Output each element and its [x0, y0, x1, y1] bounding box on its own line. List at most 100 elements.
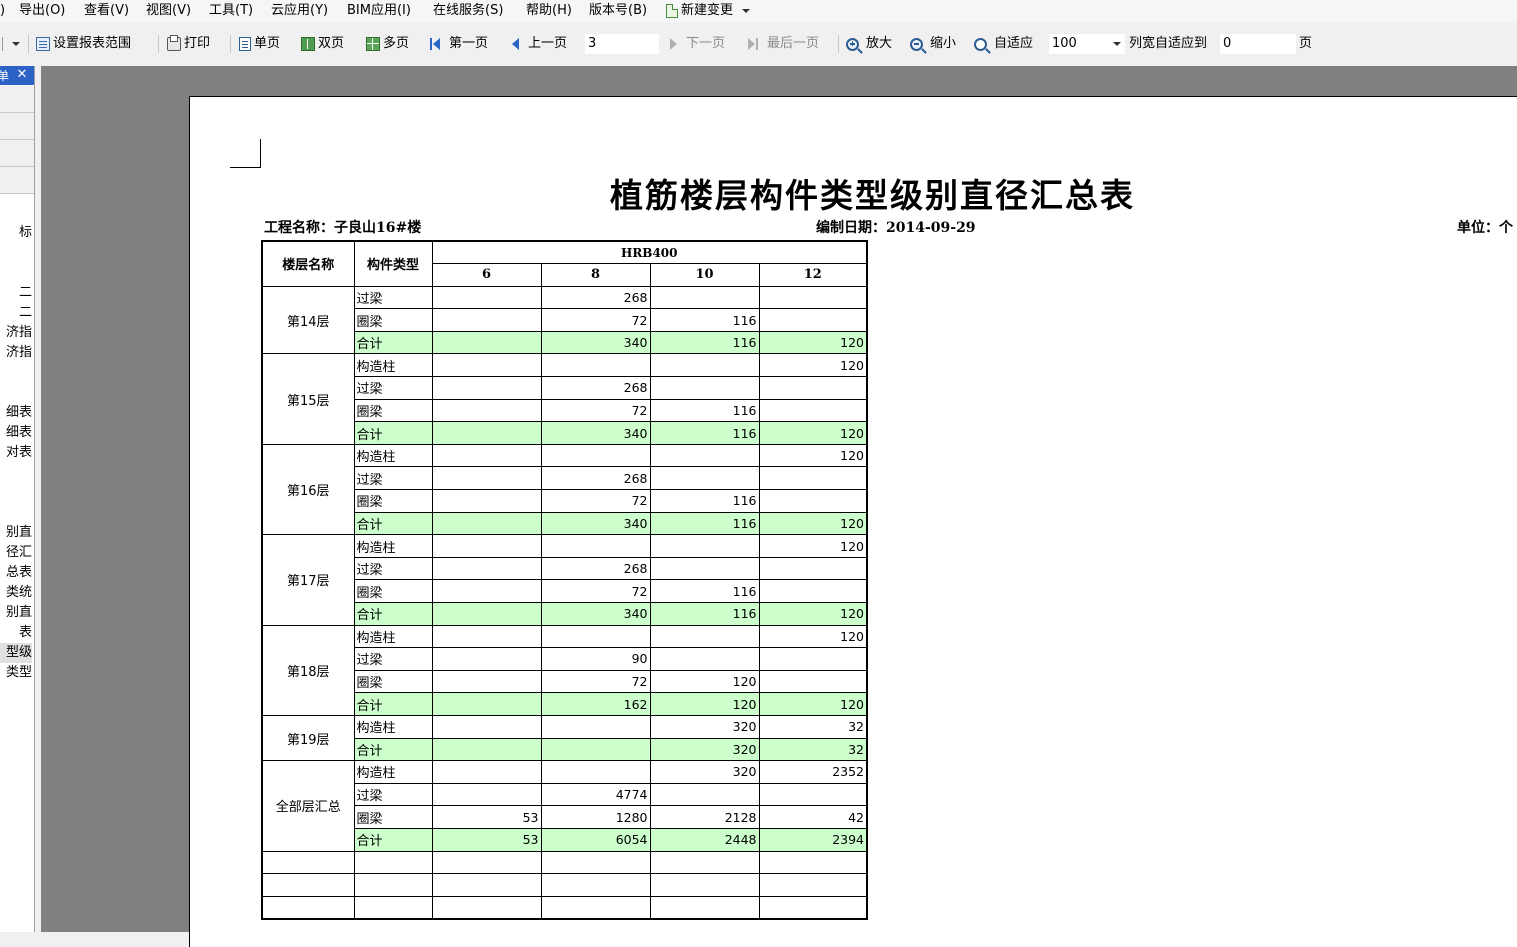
tree-item[interactable]: 别直 — [0, 523, 32, 543]
tree-item[interactable]: 对表 — [0, 443, 32, 463]
tree-item[interactable]: 二 — [0, 303, 32, 323]
report-title: 植筋楼层构件类型级别直径汇总表 — [610, 176, 1135, 215]
menu-bar: ) 导出(O) 查看(V) 视图(V) 工具(T) 云应用(Y) BIM应用(I… — [0, 0, 1517, 22]
crop-mark — [230, 139, 261, 168]
panel-category-row[interactable] — [0, 113, 34, 140]
next-page-button[interactable]: 下一页 — [670, 35, 725, 53]
quantity-cell: 1280 — [540, 805, 651, 829]
page-number-input[interactable]: 3 — [584, 33, 660, 55]
zoom-in-button[interactable]: 放大 — [846, 35, 892, 53]
tree-item[interactable]: 总表 — [0, 563, 32, 583]
menu-version[interactable]: 版本号(B) — [589, 2, 647, 19]
blank-cell — [758, 895, 868, 920]
tree-item[interactable]: 细表 — [0, 423, 32, 443]
tree-item[interactable]: 表 — [0, 623, 32, 643]
panel-header: 单 ✕ — [0, 66, 34, 85]
panel-category-row[interactable] — [0, 86, 34, 113]
single-page-button[interactable]: 单页 — [239, 35, 280, 53]
menu-online-service[interactable]: 在线服务(S) — [433, 2, 503, 19]
fit-button[interactable]: 自适应 — [974, 35, 1033, 53]
blank-cell — [261, 873, 355, 897]
double-page-label: 双页 — [318, 36, 345, 51]
tree-item[interactable]: 类统 — [0, 583, 32, 603]
prev-page-icon — [512, 38, 519, 50]
table-row: 第15层 构造柱 120 — [261, 353, 868, 445]
tree-item[interactable]: 径汇 — [0, 543, 32, 563]
menu-tools[interactable]: 工具(T) — [209, 2, 253, 19]
zoom-value: 100 — [1052, 36, 1077, 51]
component-type-cell: 构造柱 — [353, 624, 433, 649]
quantity-cell — [649, 624, 760, 649]
menu-bim[interactable]: BIM应用(I) — [347, 2, 411, 19]
component-type-cell: 合计 — [353, 692, 433, 716]
quantity-cell — [649, 556, 760, 581]
component-type-cell: 构造柱 — [353, 353, 433, 378]
menu-export[interactable]: 导出(O) — [19, 2, 65, 19]
tree-item[interactable]: 细表 — [0, 403, 32, 423]
menu-cloud[interactable]: 云应用(Y) — [271, 2, 328, 19]
quantity-cell — [758, 376, 868, 400]
component-type-cell: 合计 — [353, 421, 433, 445]
blank-cell — [431, 850, 542, 875]
report-tree-panel: 单 ✕ 标 二 二 济指 济指 细表 细表 对表 别直 径汇 总表 类统 别直 … — [0, 66, 35, 932]
double-page-icon — [301, 37, 315, 51]
blank-row — [261, 873, 868, 897]
double-page-button[interactable]: 双页 — [301, 35, 344, 53]
column-fit-input[interactable]: 0 — [1219, 33, 1297, 55]
menu-view-check[interactable]: 查看(V) — [84, 2, 129, 19]
close-icon[interactable]: ✕ — [15, 67, 29, 82]
print-button[interactable]: 打印 — [167, 35, 210, 53]
tree-item[interactable]: 标 — [0, 223, 32, 243]
quantity-cell: 2394 — [758, 827, 868, 852]
summary-table: 楼层名称 构件类型 HRB400 6 8 10 12 第14层 过梁 268 圈梁 72… — [261, 240, 868, 920]
menu-new-change[interactable]: 新建变更 — [666, 2, 754, 19]
zoom-out-label: 缩小 — [930, 36, 957, 51]
report-viewer[interactable]: 植筋楼层构件类型级别直径汇总表 工程名称：子良山16#楼 编制日期：2014-0… — [41, 66, 1517, 947]
tree-item-selected[interactable]: 型级 — [0, 643, 32, 663]
quantity-cell — [649, 443, 760, 468]
component-type-cell: 合计 — [353, 737, 433, 762]
quantity-cell — [758, 466, 868, 491]
floor-name-cell: 第19层 — [261, 714, 355, 762]
last-page-button[interactable]: 最后一页 — [748, 35, 819, 53]
column-fit-value: 0 — [1223, 36, 1232, 51]
tree-item[interactable]: 别直 — [0, 603, 32, 623]
multi-page-button[interactable]: 多页 — [366, 35, 409, 53]
menu-view[interactable]: 视图(V) — [146, 2, 191, 19]
quantity-cell — [431, 443, 542, 468]
header-diameter: 10 — [649, 263, 760, 287]
zoom-out-button[interactable]: 缩小 — [910, 35, 956, 53]
component-type-cell: 合计 — [353, 827, 433, 852]
tree-item[interactable]: 济指 — [0, 323, 32, 343]
prev-page-label: 上一页 — [528, 36, 568, 51]
quantity-cell: 2448 — [649, 827, 760, 852]
quantity-cell: 72 — [540, 579, 651, 603]
set-report-range-button[interactable]: 设置报表范围 — [36, 35, 131, 53]
quantity-cell: 120 — [758, 624, 868, 649]
quantity-cell: 120 — [758, 534, 868, 558]
tree-item[interactable]: 二 — [0, 283, 32, 303]
first-page-button[interactable]: 第一页 — [430, 35, 488, 53]
quantity-cell: 268 — [540, 376, 651, 400]
quantity-cell: 116 — [649, 602, 760, 626]
quantity-cell — [540, 624, 651, 649]
blank-cell — [431, 895, 542, 920]
prev-page-button[interactable]: 上一页 — [512, 35, 567, 53]
toolbar-overflow-handle[interactable] — [2, 35, 24, 53]
quantity-cell — [431, 602, 542, 626]
quantity-cell — [540, 760, 651, 784]
menu-help[interactable]: 帮助(H) — [526, 2, 572, 19]
blank-cell — [540, 873, 651, 897]
quantity-cell: 340 — [540, 421, 651, 445]
tree-item[interactable]: 类型 — [0, 663, 32, 683]
panel-category-row[interactable] — [0, 140, 34, 167]
zoom-select[interactable]: 100 — [1048, 33, 1126, 55]
tree-item[interactable]: 济指 — [0, 343, 32, 363]
floor-name-cell: 第17层 — [261, 534, 355, 626]
component-type-cell: 过梁 — [353, 466, 433, 491]
quantity-cell: 2128 — [649, 805, 760, 829]
panel-category-row[interactable] — [0, 167, 34, 194]
quantity-cell — [758, 489, 868, 513]
last-page-label: 最后一页 — [767, 36, 820, 51]
quantity-cell — [540, 534, 651, 558]
